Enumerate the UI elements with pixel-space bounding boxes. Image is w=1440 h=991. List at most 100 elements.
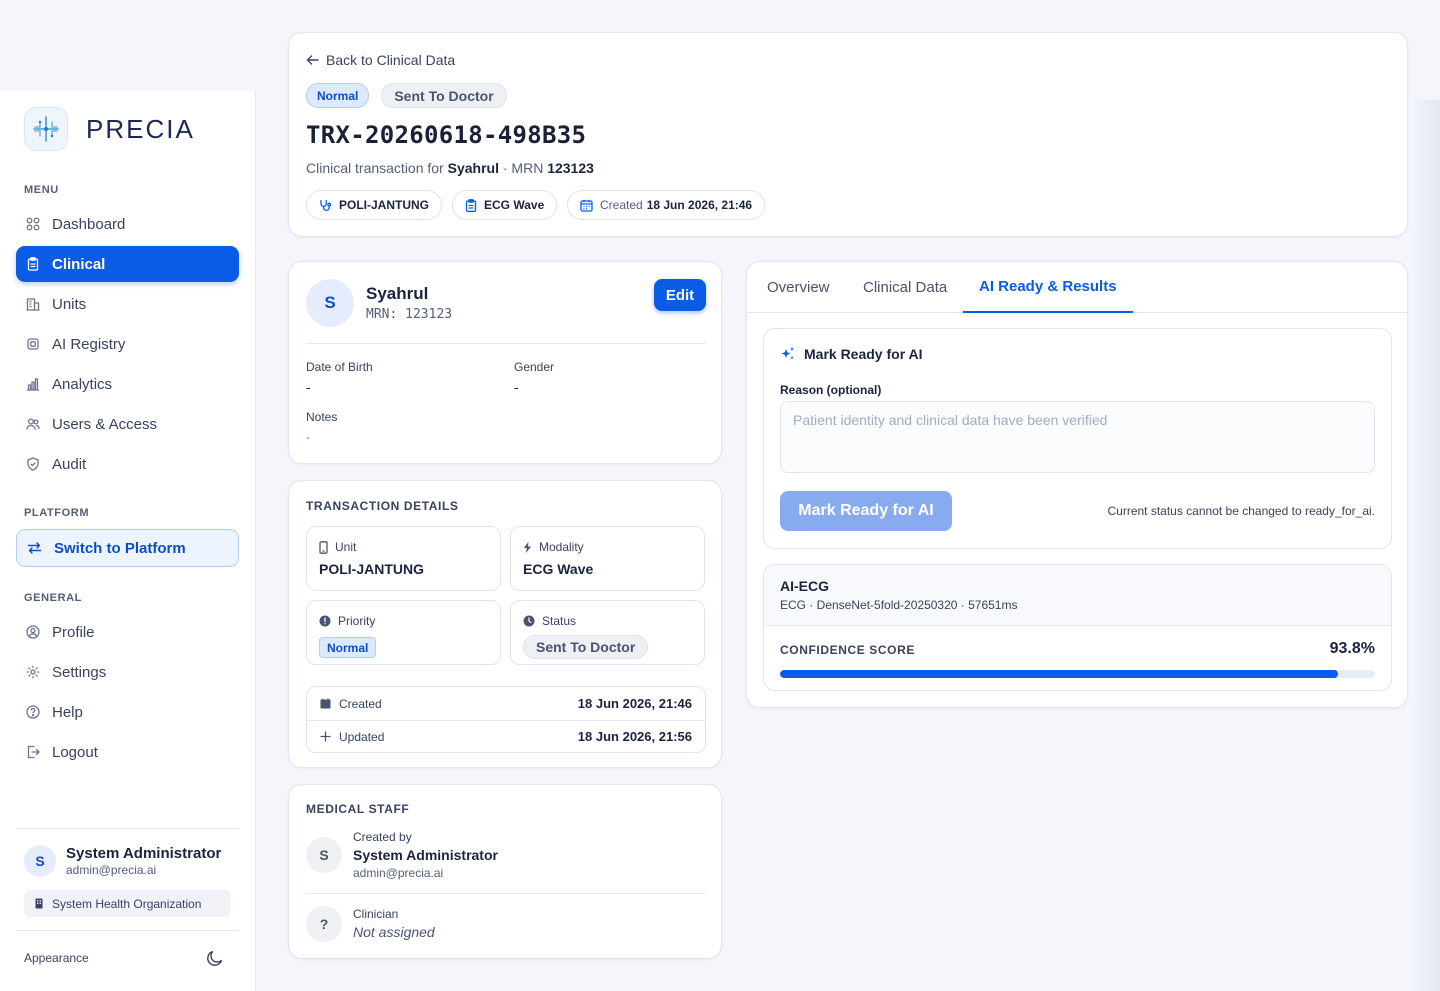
subtitle-prefix: Clinical transaction for [306,160,444,176]
brand-name: PRECIA [86,113,195,144]
appearance-label: Appearance [24,951,89,965]
mark-ready-panel: Mark Ready for AI Reason (optional) Mark… [763,328,1392,549]
chip-icon [26,337,40,351]
nav-item-help[interactable]: Help [16,694,239,730]
nav-item-users-access[interactable]: Users & Access [16,406,239,442]
confidence-label: CONFIDENCE SCORE [780,643,915,657]
edit-patient-button[interactable]: Edit [654,279,706,311]
calendar-icon [580,199,593,212]
status-note: Current status cannot be changed to read… [1107,504,1375,518]
patient-name: Syahrul [366,284,429,303]
gender-value: - [514,379,519,395]
timestamps-table: Created 18 Jun 2026, 21:46 Updated 18 Ju… [306,686,706,753]
nav-item-dashboard[interactable]: Dashboard [16,206,239,242]
back-link-label: Back to Clinical Data [326,52,456,68]
sidebar-divider [16,828,239,829]
menu-section-label: MENU [24,184,59,196]
priority-label: Priority [338,614,376,628]
clipboard-icon [465,198,477,212]
nav-item-settings[interactable]: Settings [16,654,239,690]
building-icon [26,297,40,311]
nav-item-label: Analytics [52,375,113,393]
brand-logo-icon [24,107,68,151]
nav-item-units[interactable]: Units [16,286,239,322]
unit-value: POLI-JANTUNG [319,561,424,577]
priority-badge: Normal [319,637,377,658]
avatar: ? [306,906,342,942]
transaction-details-heading: TRANSACTION DETAILS [306,499,459,513]
nav-item-clinical[interactable]: Clinical [16,246,239,282]
tab-ai-ready-results[interactable]: AI Ready & Results [963,262,1133,313]
medical-staff-card: MEDICAL STAFF S Created by System Admini… [288,784,722,959]
help-circle-icon [26,705,40,719]
users-icon [26,417,40,431]
nav-item-label: Help [52,703,83,721]
transaction-subtitle: Clinical transaction for Syahrul · MRN 1… [306,160,594,176]
alert-circle-icon [319,615,331,627]
tab-clinical-data[interactable]: Clinical Data [863,262,947,313]
plus-icon [320,731,331,742]
gender-label: Gender [514,360,555,374]
nav-item-profile[interactable]: Profile [16,614,239,650]
gear-icon [26,665,40,679]
back-to-clinical-data-link[interactable]: Back to Clinical Data [306,52,455,68]
mark-ready-for-ai-button[interactable]: Mark Ready for AI [780,491,952,531]
nav-item-label: Audit [52,455,87,473]
nav-item-ai-registry[interactable]: AI Registry [16,326,239,362]
nav-item-analytics[interactable]: Analytics [16,366,239,402]
table-row: Created 18 Jun 2026, 21:46 [307,687,705,720]
modality-label: Modality [539,540,584,554]
sidebar-divider [16,930,239,931]
updated-label: Updated [339,729,385,744]
grid-icon [26,217,40,231]
user-circle-icon [26,625,40,639]
clinician-label: Clinician [353,907,399,921]
subtitle-mrn: 123123 [547,160,594,176]
status-tile: Status Sent To Doctor [510,600,705,665]
transaction-header: Back to Clinical Data Normal Sent To Doc… [288,32,1408,237]
reason-label: Reason (optional) [780,383,882,397]
moon-icon[interactable] [206,949,224,967]
table-row: Updated 18 Jun 2026, 21:56 [307,720,705,753]
unit-label: Unit [335,540,357,554]
appearance-row: Appearance [24,949,224,967]
reason-input[interactable] [780,401,1375,473]
building-icon [34,898,44,909]
subtitle-patient-name: Syahrul [447,160,499,176]
brand[interactable]: PRECIA [24,107,195,151]
confidence-bar [780,670,1375,678]
arrow-left-icon [306,54,319,66]
ai-model-details: ECG · DenseNet-5fold-20250320 · 57651ms [780,598,1018,612]
nav-item-label: Clinical [52,255,106,273]
current-user[interactable]: S System Administrator admin@precia.ai [24,845,221,877]
status-label: Status [542,614,577,628]
nav-item-label: Logout [52,743,98,761]
tab-bar: Overview Clinical Data AI Ready & Result… [747,262,1407,313]
created-pill: Created 18 Jun 2026, 21:46 [567,190,766,220]
divider [306,893,706,894]
calendar-icon [320,698,331,709]
logout-icon [26,745,40,759]
nav-item-label: Profile [52,623,95,641]
nav-item-label: Dashboard [52,215,126,233]
medical-staff-heading: MEDICAL STAFF [306,802,410,816]
edge-shadow [1410,100,1440,991]
nav-item-label: Units [52,295,87,313]
nav-item-audit[interactable]: Audit [16,446,239,482]
tab-overview[interactable]: Overview [767,262,830,313]
switch-to-platform-label: Switch to Platform [54,539,186,557]
mark-ready-title: Mark Ready for AI [804,346,923,362]
patient-mrn: MRN: 123123 [366,307,453,322]
ai-panel: Overview Clinical Data AI Ready & Result… [746,261,1408,708]
bar-chart-icon [26,377,40,391]
switch-to-platform-button[interactable]: Switch to Platform [16,529,239,567]
unit-pill: POLI-JANTUNG [306,190,442,220]
organization-name: System Health Organization [52,896,202,911]
priority-badge: Normal [306,83,370,108]
dob-label: Date of Birth [306,360,373,374]
nav-item-logout[interactable]: Logout [16,734,239,770]
swap-arrows-icon [27,541,42,555]
organization-chip[interactable]: System Health Organization [24,890,231,917]
sidebar: PRECIA MENU Dashboard Clinical Units AI … [0,91,256,991]
sparkles-icon [780,346,796,362]
